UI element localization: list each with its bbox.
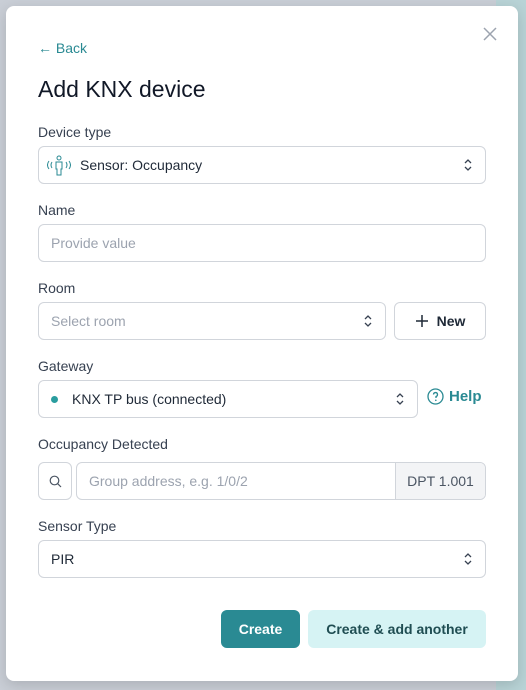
new-label: New: [436, 313, 466, 329]
status-dot: [51, 395, 58, 403]
help-label: Help: [449, 388, 482, 405]
group-address-placeholder: Group address, e.g. 1/0/2: [89, 473, 248, 489]
device-type-select[interactable]: Sensor: Occupancy: [38, 146, 486, 184]
chevron-up-down-icon: [364, 315, 372, 327]
new-room-button[interactable]: New: [394, 302, 486, 340]
gateway-label: Gateway: [38, 358, 94, 374]
name-label: Name: [38, 202, 76, 218]
occupancy-label: Occupancy Detected: [38, 436, 168, 452]
name-input[interactable]: Provide value: [38, 224, 486, 262]
room-select[interactable]: Select room: [38, 302, 386, 340]
occupancy-sensor-icon: [47, 155, 71, 176]
chevron-up-down-icon: [464, 553, 472, 565]
plus-icon: [415, 315, 428, 327]
room-label: Room: [38, 280, 76, 296]
gateway-value: KNX TP bus (connected): [72, 391, 227, 407]
dpt-badge: DPT 1.001: [395, 463, 485, 499]
gateway-select[interactable]: KNX TP bus (connected): [38, 380, 418, 418]
arrow-left-icon: ←: [38, 40, 56, 56]
add-device-modal: ← Back Add KNX device Device type Sensor…: [6, 6, 518, 681]
chevron-up-down-icon: [396, 393, 404, 405]
create-and-add-another-button[interactable]: Create & add another: [308, 610, 486, 648]
page-title: Add KNX device: [38, 76, 206, 102]
search-address-button[interactable]: [38, 462, 72, 500]
back-link[interactable]: ← Back: [38, 40, 87, 56]
search-icon: [49, 475, 61, 487]
group-address-input[interactable]: Group address, e.g. 1/0/2 DPT 1.001: [76, 462, 486, 500]
sensor-type-value: PIR: [51, 551, 75, 567]
help-link[interactable]: Help: [427, 388, 482, 405]
question-circle-icon: [427, 388, 444, 405]
room-placeholder: Select room: [51, 313, 126, 329]
sensor-type-label: Sensor Type: [38, 518, 117, 534]
device-type-label: Device type: [38, 124, 112, 140]
close-icon[interactable]: [482, 26, 498, 42]
sensor-type-select[interactable]: PIR: [38, 540, 486, 578]
back-label: Back: [55, 40, 88, 56]
chevron-up-down-icon: [464, 159, 472, 171]
device-type-value: Sensor: Occupancy: [80, 157, 203, 173]
name-placeholder: Provide value: [51, 235, 136, 251]
create-button[interactable]: Create: [221, 610, 300, 648]
